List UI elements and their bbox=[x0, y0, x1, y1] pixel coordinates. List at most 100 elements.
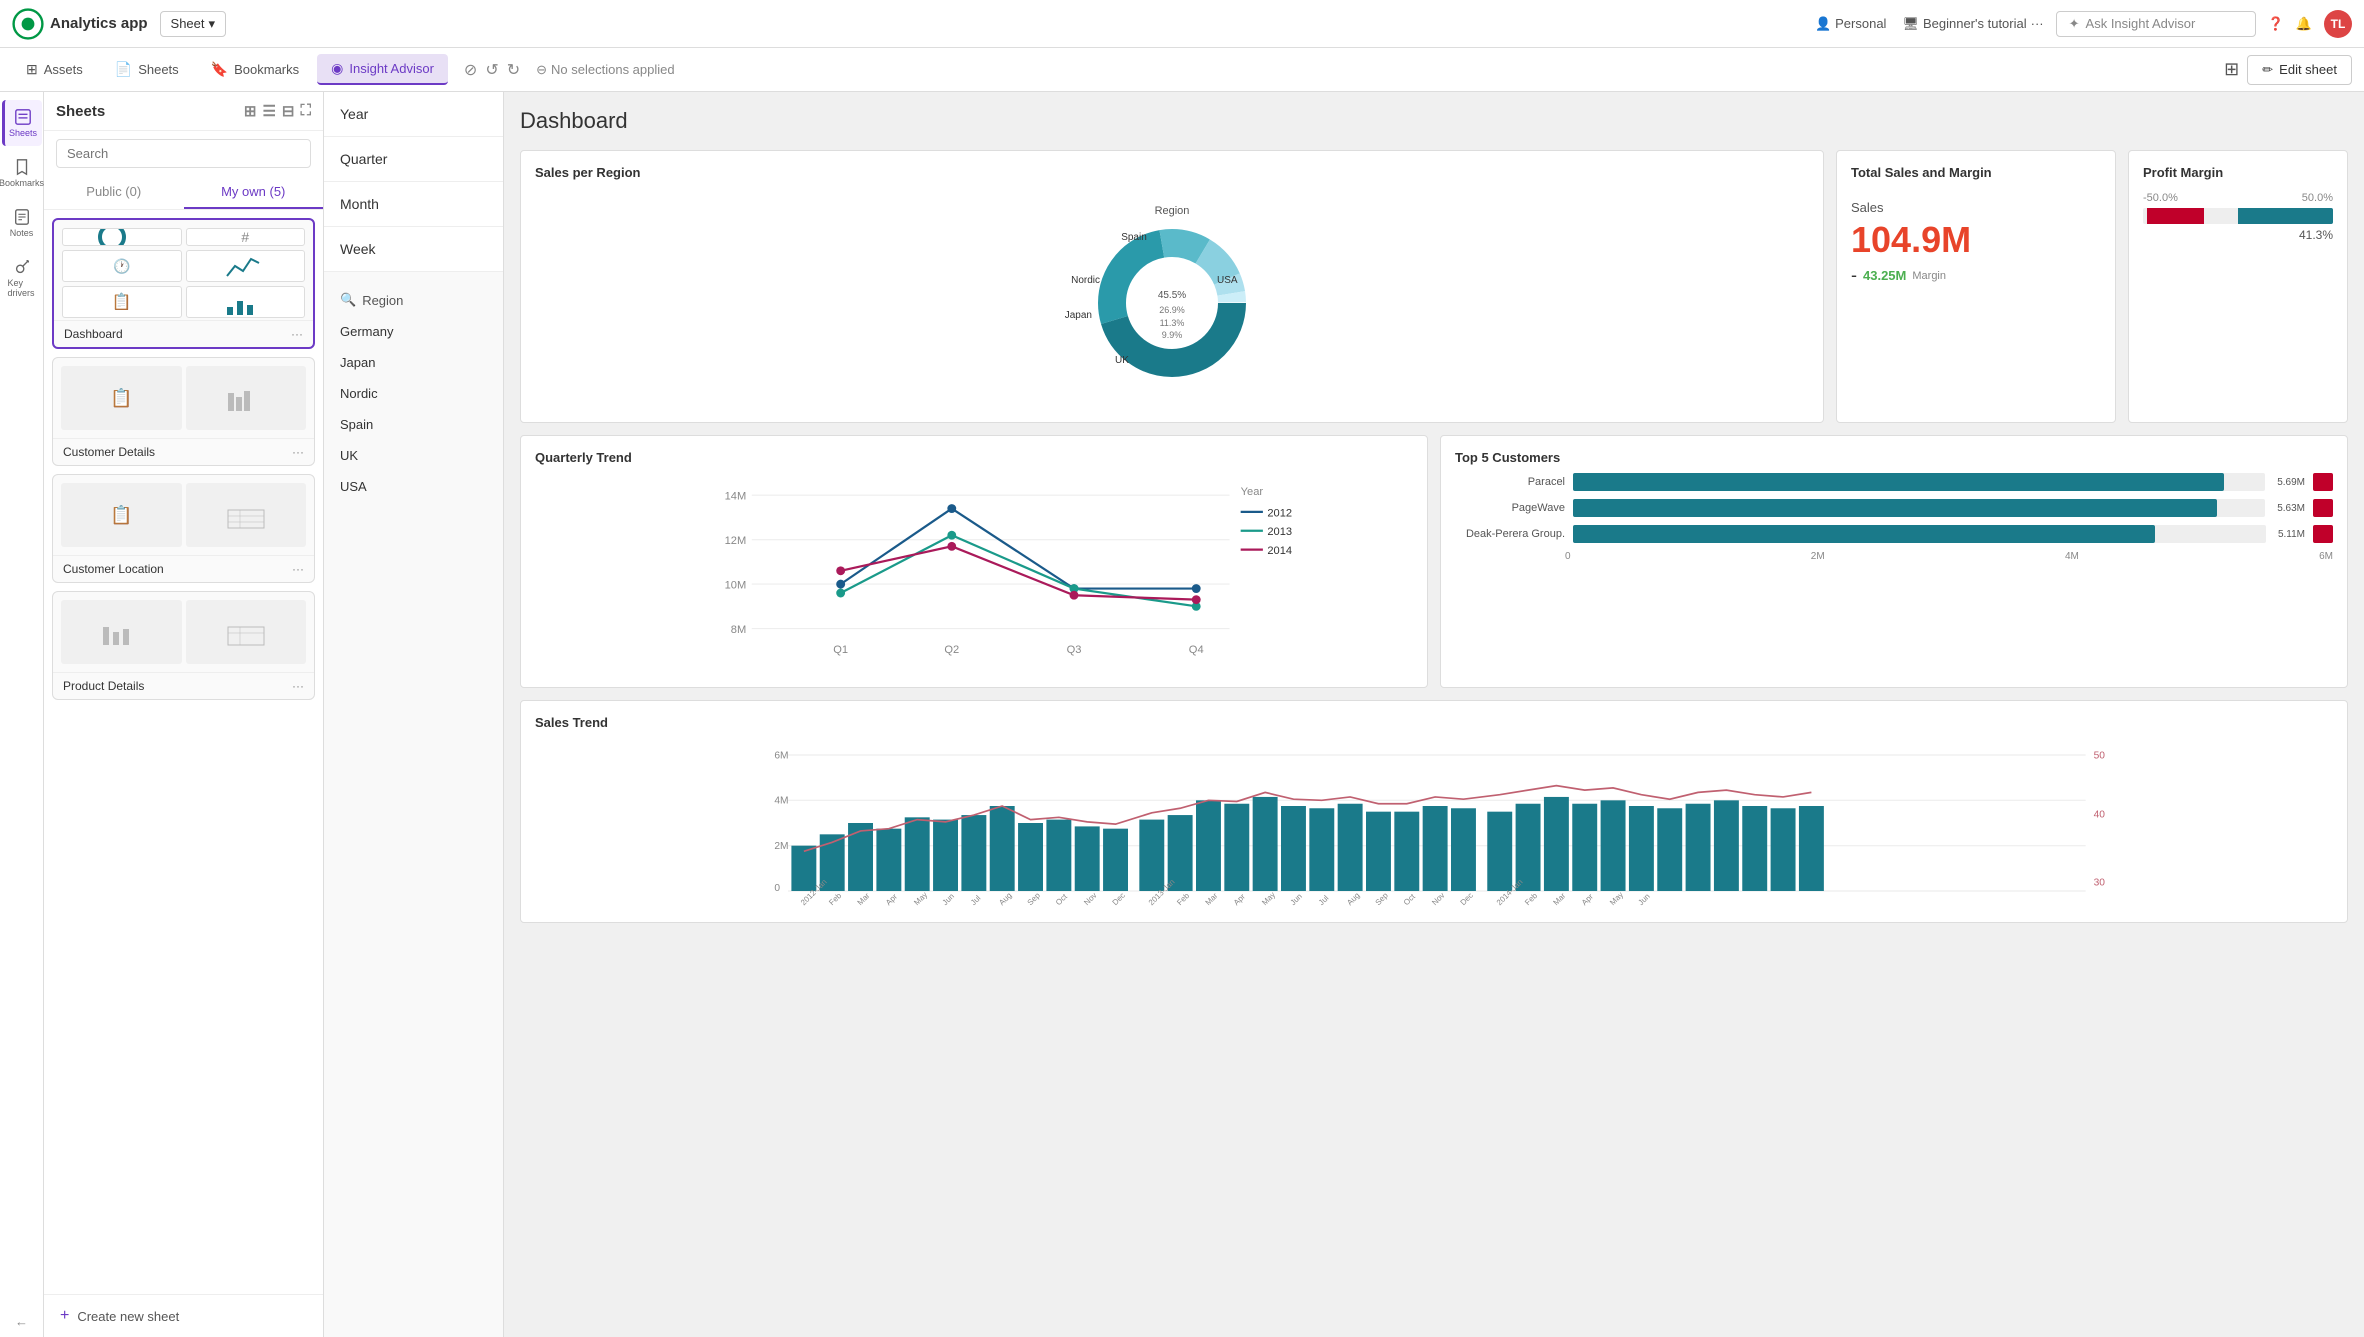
dashboard-row-2: Quarterly Trend 14M 12M 10M 8M bbox=[520, 435, 2348, 688]
qlik-logo[interactable]: Analytics app bbox=[12, 8, 148, 40]
list-item[interactable]: 📋 Customer Location ··· bbox=[52, 474, 315, 583]
personal-link[interactable]: 👤 Personal bbox=[1815, 16, 1887, 32]
list-item[interactable]: # 🕐 📋 bbox=[52, 218, 315, 349]
sparkle-icon: ✦ bbox=[2069, 16, 2080, 32]
page-title: Dashboard bbox=[520, 108, 2348, 134]
svg-text:Year: Year bbox=[1241, 486, 1264, 498]
sort-icon[interactable]: ⊟ bbox=[282, 102, 295, 120]
list-item[interactable]: 📋 Customer Details ··· bbox=[52, 357, 315, 466]
sidebar-item-notes[interactable]: Notes bbox=[2, 200, 42, 246]
search-icon: 🔍 bbox=[340, 292, 356, 308]
filter-year[interactable]: Year bbox=[324, 92, 503, 137]
region-filter-section: 🔍 Region Germany Japan Nordic Spain UK U… bbox=[324, 284, 503, 502]
grid-view-toggle[interactable]: ⊞ bbox=[244, 102, 257, 120]
tab-assets[interactable]: ⊞ Assets bbox=[12, 55, 97, 84]
profit-bar: -50.0% 50.0% 41.3% bbox=[2143, 192, 2333, 242]
main-layout: Sheets Bookmarks Notes Key drivers ← She… bbox=[0, 92, 2364, 1337]
avatar[interactable]: TL bbox=[2324, 10, 2352, 38]
svg-text:May: May bbox=[912, 890, 929, 907]
profit-bar-positive bbox=[2238, 208, 2333, 224]
region-option-germany[interactable]: Germany bbox=[324, 316, 503, 347]
tutorial-link[interactable]: 🖥 Beginner's tutorial ··· bbox=[1902, 16, 2043, 32]
collapse-sidebar-button[interactable]: ← bbox=[15, 1314, 28, 1329]
list-item[interactable]: Product Details ··· bbox=[52, 591, 315, 700]
svg-text:Aug: Aug bbox=[1345, 891, 1361, 907]
region-option-usa[interactable]: USA bbox=[324, 471, 503, 502]
tab-sheets[interactable]: 📄 Sheets bbox=[101, 55, 193, 84]
sheet-thumbnail-2: # bbox=[186, 228, 306, 246]
svg-text:12M: 12M bbox=[725, 535, 747, 547]
tab-public[interactable]: Public (0) bbox=[44, 176, 184, 209]
svg-text:Oct: Oct bbox=[1054, 892, 1070, 908]
table-row: Paracel 5.69M bbox=[1455, 473, 2333, 491]
tab-bookmarks[interactable]: 🔖 Bookmarks bbox=[197, 55, 313, 84]
svg-text:Sep: Sep bbox=[1026, 890, 1043, 907]
list-view-toggle[interactable]: ☰ bbox=[262, 102, 275, 120]
create-sheet-button[interactable]: + Create new sheet bbox=[44, 1294, 323, 1337]
svg-text:2013: 2013 bbox=[1267, 526, 1292, 538]
help-icon[interactable]: ❓ bbox=[2268, 16, 2284, 32]
filter-week[interactable]: Week bbox=[324, 227, 503, 272]
svg-text:2M: 2M bbox=[774, 841, 788, 852]
sidebar-item-sheets[interactable]: Sheets bbox=[2, 100, 42, 146]
svg-text:Region: Region bbox=[1155, 205, 1190, 217]
sheet-dropdown[interactable]: Sheet ▾ bbox=[160, 11, 227, 37]
top-navigation: Analytics app Sheet ▾ 👤 Personal 🖥 Begin… bbox=[0, 0, 2364, 48]
sheet-thumbnail bbox=[186, 366, 307, 430]
sheet-more-button[interactable]: ··· bbox=[291, 327, 303, 341]
forward-icon[interactable]: ↻ bbox=[507, 60, 520, 80]
dashboard-row-1: Sales per Region Region bbox=[520, 150, 2348, 423]
sales-per-region-chart: Sales per Region Region bbox=[520, 150, 1824, 423]
lasso-icon[interactable]: ⊘ bbox=[464, 60, 477, 80]
svg-text:Mar: Mar bbox=[1551, 891, 1567, 907]
tab-insight-advisor[interactable]: ◉ Insight Advisor bbox=[317, 54, 448, 85]
plus-icon: + bbox=[60, 1307, 69, 1325]
sidebar-item-bookmarks[interactable]: Bookmarks bbox=[2, 150, 42, 196]
sheets-search bbox=[44, 131, 323, 176]
svg-text:Nordic: Nordic bbox=[1071, 275, 1100, 286]
tab-my-own[interactable]: My own (5) bbox=[184, 176, 324, 209]
region-filter-header: 🔍 Region bbox=[324, 284, 503, 316]
sheet-thumbnail: 📋 bbox=[61, 366, 182, 430]
svg-text:2014: 2014 bbox=[1267, 545, 1292, 557]
svg-text:Feb: Feb bbox=[1523, 891, 1539, 907]
sheets-tabs: Public (0) My own (5) bbox=[44, 176, 323, 210]
region-option-uk[interactable]: UK bbox=[324, 440, 503, 471]
svg-text:30: 30 bbox=[2094, 877, 2106, 888]
region-option-nordic[interactable]: Nordic bbox=[324, 378, 503, 409]
expand-icon[interactable]: ⛶ bbox=[300, 102, 311, 120]
sheets-search-input[interactable] bbox=[56, 139, 311, 168]
total-sales-chart: Total Sales and Margin Sales 104.9M - 43… bbox=[1836, 150, 2116, 423]
sheet-card-footer: Product Details ··· bbox=[53, 672, 314, 699]
svg-text:Feb: Feb bbox=[827, 891, 843, 907]
region-option-spain[interactable]: Spain bbox=[324, 409, 503, 440]
svg-text:4M: 4M bbox=[774, 796, 788, 807]
sheet-more-button[interactable]: ··· bbox=[292, 679, 304, 693]
sheet-thumbnail bbox=[186, 483, 307, 547]
svg-text:Dec: Dec bbox=[1111, 891, 1127, 907]
profit-margin-chart: Profit Margin -50.0% 50.0% 41.3% bbox=[2128, 150, 2348, 423]
sheet-name: Customer Details bbox=[63, 445, 155, 459]
filter-quarter[interactable]: Quarter bbox=[324, 137, 503, 182]
insight-icon: ◉ bbox=[331, 60, 343, 77]
left-sidebar: Sheets Bookmarks Notes Key drivers ← bbox=[0, 92, 44, 1337]
insight-search[interactable]: ✦ Ask Insight Advisor bbox=[2056, 11, 2256, 37]
svg-text:Q3: Q3 bbox=[1067, 644, 1082, 656]
sheet-card-footer: Customer Details ··· bbox=[53, 438, 314, 465]
grid-view-icon[interactable]: ⊞ bbox=[2224, 59, 2239, 80]
edit-sheet-button[interactable]: ✏ Edit sheet bbox=[2247, 55, 2352, 85]
second-navigation: ⊞ Assets 📄 Sheets 🔖 Bookmarks ◉ Insight … bbox=[0, 48, 2364, 92]
sheet-thumbnail-4 bbox=[186, 250, 306, 282]
region-option-japan[interactable]: Japan bbox=[324, 347, 503, 378]
sheet-more-button[interactable]: ··· bbox=[292, 445, 304, 459]
sheet-more-button[interactable]: ··· bbox=[292, 562, 304, 576]
svg-text:Dec: Dec bbox=[1459, 891, 1475, 907]
back-icon[interactable]: ↺ bbox=[485, 60, 498, 80]
svg-text:45.5%: 45.5% bbox=[1158, 290, 1186, 301]
svg-text:Q4: Q4 bbox=[1189, 644, 1204, 656]
sheet-card-footer: Customer Location ··· bbox=[53, 555, 314, 582]
sidebar-item-key-drivers[interactable]: Key drivers bbox=[2, 250, 42, 306]
main-content: Dashboard Sales per Region Region bbox=[504, 92, 2364, 1337]
notifications-icon[interactable]: 🔔 bbox=[2296, 16, 2312, 32]
filter-month[interactable]: Month bbox=[324, 182, 503, 227]
